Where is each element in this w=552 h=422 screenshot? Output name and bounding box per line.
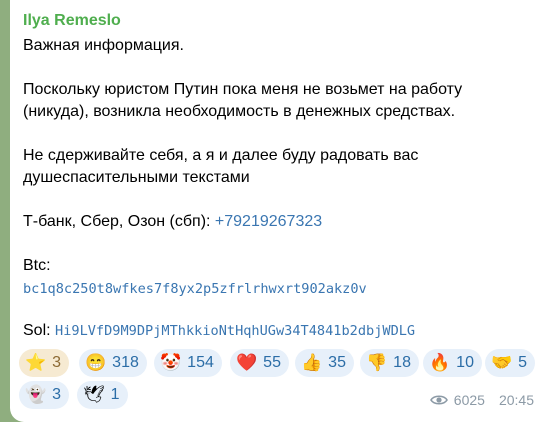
reaction-handshake[interactable]: 🤝 5: [485, 349, 536, 377]
reaction-count: 5: [518, 354, 528, 371]
message-line-2: Поскольку юристом Путин пока меня не воз…: [23, 81, 463, 98]
reaction-count: 3: [52, 354, 62, 371]
reaction-count: 10: [456, 354, 474, 371]
btc-address[interactable]: bc1q8c250t8wfkes7f8yx2p5zfrlrhwxrt902akz…: [23, 281, 367, 297]
message-line-3: (никуда), возникла необходимость в денеж…: [23, 103, 456, 120]
reaction-dove[interactable]: 🕊 1: [77, 381, 128, 409]
reaction-count: 35: [328, 354, 346, 371]
reaction-ghost[interactable]: 👻 3: [19, 381, 70, 409]
reaction-count: 18: [393, 354, 411, 371]
message-line-5: душеспасительными текстами: [23, 169, 250, 186]
reaction-thumbs-down[interactable]: 👎 18: [360, 349, 419, 377]
reaction-count: 55: [263, 354, 281, 371]
heart-icon: ❤️: [236, 353, 258, 372]
fire-icon: 🔥: [429, 353, 451, 372]
ghost-icon: 👻: [25, 385, 47, 404]
payment-line: Т-банк, Сбер, Озон (сбп): +79219267323: [23, 211, 322, 233]
sol-label: Sol:: [23, 322, 56, 339]
reaction-count: 3: [52, 386, 62, 403]
thumbs-up-icon: 👍: [301, 353, 323, 372]
btc-address-line: bc1q8c250t8wfkes7f8yx2p5zfrlrhwxrt902akz…: [23, 278, 367, 300]
thumbs-down-icon: 👎: [366, 353, 388, 372]
reaction-count: 1: [110, 386, 120, 403]
clown-icon: 🤡: [160, 353, 182, 372]
message-line-1: Важная информация.: [23, 37, 184, 54]
phone-link[interactable]: +79219267323: [215, 213, 322, 230]
message-line-4: Не сдерживайте себя, а я и далее буду ра…: [23, 147, 419, 164]
view-count: 6025: [453, 392, 485, 408]
reaction-count: 318: [112, 354, 139, 371]
sol-line: Sol: Hi9LVfD9M9DPjMThkkioNtHqhUGw34T4841…: [23, 320, 415, 342]
star-icon: ⭐: [25, 353, 47, 372]
handshake-icon: 🤝: [491, 353, 513, 372]
sol-address[interactable]: Hi9LVfD9M9DPjMThkkioNtHqhUGw34T4841b2dbj…: [55, 323, 415, 339]
btc-label: Btc:: [23, 257, 51, 274]
grin-icon: 😁: [85, 353, 107, 372]
reaction-fire[interactable]: 🔥 10: [423, 349, 482, 377]
reaction-grin[interactable]: 😁 318: [79, 349, 147, 377]
payment-label: Т-банк, Сбер, Озон (сбп):: [23, 213, 215, 230]
message-bubble: Ilya Remeslo Важная информация. Поскольк…: [10, 0, 552, 422]
reaction-star[interactable]: ⭐ 3: [19, 349, 70, 377]
sender-name[interactable]: Ilya Remeslo: [23, 12, 121, 30]
message-time: 20:45: [498, 392, 534, 408]
reaction-count: 154: [187, 354, 214, 371]
eye-icon: [429, 395, 448, 405]
dove-icon: 🕊: [83, 385, 105, 404]
reaction-heart[interactable]: ❤️ 55: [230, 349, 289, 377]
reaction-thumbs-up[interactable]: 👍 35: [295, 349, 354, 377]
message-meta: 6025 20:45: [429, 392, 534, 408]
reaction-clown[interactable]: 🤡 154: [154, 349, 222, 377]
